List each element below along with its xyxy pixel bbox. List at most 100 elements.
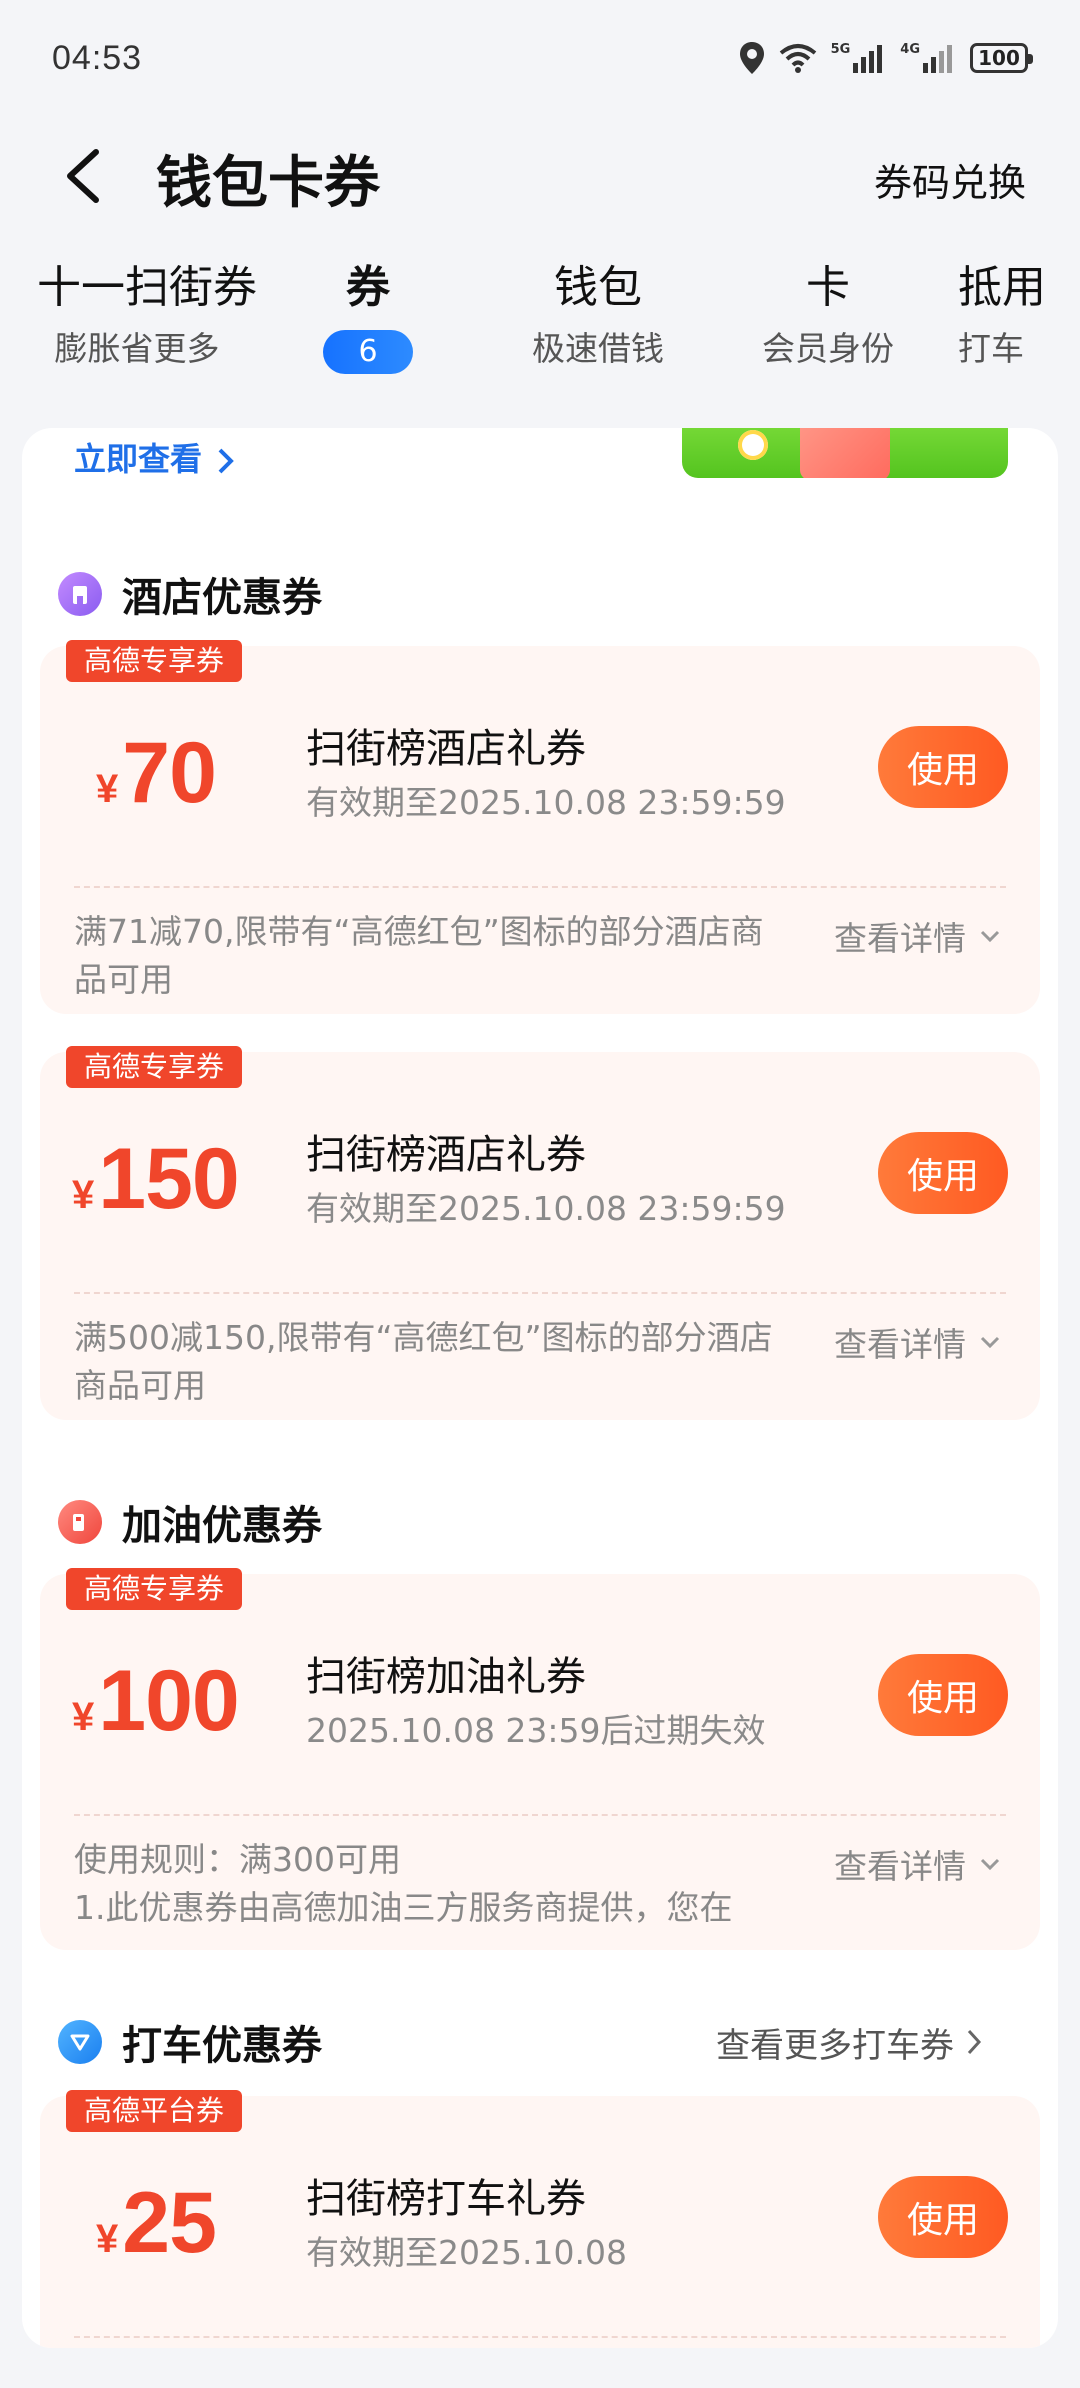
coupon-count-badge: 6 — [323, 330, 413, 374]
coupon-amount: ¥ 70 — [96, 724, 217, 823]
tab-coupons[interactable]: 券 6 — [268, 258, 468, 374]
amount-value: 150 — [98, 1131, 239, 1227]
net-4g-label: 4G — [900, 42, 920, 57]
taxi-icon — [58, 2020, 102, 2064]
tab-subtitle: 会员身份 — [762, 329, 894, 368]
header: 钱包卡券 券码兑换 — [0, 116, 1080, 234]
coupon-card[interactable]: 高德专享券 ¥ 100 扫街榜加油礼券 2025.10.08 23:59后过期失… — [40, 1568, 1040, 1950]
gift-icon — [800, 428, 890, 478]
tab-title: 抵用 — [958, 262, 1046, 313]
divider — [74, 1292, 1006, 1294]
status-time: 04:53 — [52, 38, 143, 77]
coupon-name: 扫街榜酒店礼券 — [306, 726, 586, 772]
view-details-button[interactable]: 查看详情 — [834, 912, 1000, 960]
amount-value: 25 — [122, 2175, 217, 2271]
coupon-card[interactable]: 高德平台券 ¥ 25 扫街榜打车礼券 有效期至2025.10.08 使用 — [40, 2090, 1040, 2348]
view-now-label: 立即查看 — [74, 440, 203, 478]
back-arrow-icon — [67, 149, 99, 203]
chevron-right-icon — [967, 2029, 982, 2055]
coupon-name: 扫街榜打车礼券 — [306, 2176, 586, 2222]
section-taxi: 打车优惠券 查看更多打车券 — [58, 2012, 1022, 2072]
coupon-name: 扫街榜酒店礼券 — [306, 1132, 586, 1178]
view-now-link[interactable]: 立即查看 — [74, 434, 235, 480]
currency-symbol: ¥ — [96, 2217, 119, 2261]
tab-title: 十一扫街券 — [37, 262, 257, 313]
usage-note: 1.此优惠券由高德加油三方服务商提供，您在 — [74, 1888, 733, 1927]
location-icon — [739, 42, 764, 74]
use-button[interactable]: 使用 — [878, 726, 1008, 808]
redeem-code-button[interactable]: 券码兑换 — [874, 152, 1026, 207]
section-title: 酒店优惠券 — [122, 575, 322, 621]
chevron-right-icon — [218, 448, 234, 474]
flower-icon — [738, 430, 768, 460]
coupon-amount: ¥ 150 — [72, 1130, 240, 1229]
tab-title: 券 — [346, 262, 390, 313]
currency-symbol: ¥ — [72, 1695, 95, 1739]
coupon-tag: 高德专享券 — [66, 640, 243, 682]
coupon-description: 满500减150,限带有“高德红包”图标的部分酒店商品可用 — [74, 1318, 773, 1405]
signal-icon — [853, 45, 883, 73]
coupon-description: 满71减70,限带有“高德红包”图标的部分酒店商品可用 — [74, 912, 764, 999]
net-5g-group: 5G — [831, 43, 887, 73]
section-fuel: 加油优惠券 — [58, 1492, 322, 1552]
coupon-card[interactable]: 高德专享券 ¥ 150 扫街榜酒店礼券 有效期至2025.10.08 23:59… — [40, 1046, 1040, 1420]
divider — [74, 1814, 1006, 1816]
status-icons: 5G 4G 100 — [739, 42, 1033, 74]
more-taxi-label: 查看更多打车券 — [716, 2025, 954, 2066]
coupon-list-panel: 立即查看 酒店优惠券 高德专享券 ¥ 70 扫街榜酒店礼券 有效期至2025.1… — [22, 428, 1058, 2348]
section-hotel: 酒店优惠券 — [58, 564, 322, 624]
use-button[interactable]: 使用 — [878, 1132, 1008, 1214]
more-taxi-coupons-link[interactable]: 查看更多打车券 — [716, 2018, 982, 2067]
coupon-amount: ¥ 100 — [72, 1652, 240, 1751]
back-button[interactable] — [56, 146, 112, 206]
divider — [74, 886, 1006, 888]
battery-icon: 100 — [970, 43, 1033, 73]
tab-subtitle: 极速借钱 — [532, 329, 664, 368]
category-tabs: 十一扫街券 膨胀省更多 券 6 钱包 极速借钱 卡 会员身份 抵用 打车 — [0, 250, 1080, 390]
tab-title: 钱包 — [554, 262, 642, 313]
coupon-card[interactable]: 高德专享券 ¥ 70 扫街榜酒店礼券 有效期至2025.10.08 23:59:… — [40, 640, 1040, 1014]
wifi-icon — [779, 44, 816, 73]
currency-symbol: ¥ — [72, 1173, 95, 1217]
signal-icon — [923, 45, 952, 73]
chevron-down-icon — [980, 930, 1000, 943]
coupon-tag: 高德专享券 — [66, 1046, 243, 1088]
coupon-expiry: 有效期至2025.10.08 23:59:59 — [306, 1189, 786, 1228]
tab-street-coupons[interactable]: 十一扫街券 膨胀省更多 — [37, 258, 257, 370]
page-title: 钱包卡券 — [156, 151, 380, 216]
coupon-expiry: 2025.10.08 23:59后过期失效 — [306, 1711, 766, 1750]
usage-rule: 使用规则：满300可用 — [74, 1840, 401, 1879]
section-title: 加油优惠券 — [122, 1503, 322, 1549]
amount-value: 100 — [98, 1653, 239, 1749]
view-details-label: 查看详情 — [834, 1325, 966, 1364]
net-4g-group: 4G — [900, 43, 956, 73]
view-details-button[interactable]: 查看详情 — [834, 1318, 1000, 1366]
net-5g-label: 5G — [830, 42, 851, 57]
use-button[interactable]: 使用 — [878, 2176, 1008, 2258]
tab-subtitle: 膨胀省更多 — [54, 329, 220, 368]
view-details-label: 查看详情 — [834, 1847, 966, 1886]
tab-cards[interactable]: 卡 会员身份 — [728, 258, 928, 370]
view-details-button[interactable]: 查看详情 — [834, 1840, 1000, 1888]
coupon-description: 使用规则：满300可用 1.此优惠券由高德加油三方服务商提供，您在 — [74, 1836, 774, 1932]
coupon-expiry: 有效期至2025.10.08 — [306, 2233, 627, 2272]
tab-subtitle: 打车 — [958, 329, 1024, 368]
tab-wallet[interactable]: 钱包 极速借钱 — [498, 258, 698, 370]
coupon-amount: ¥ 25 — [96, 2174, 217, 2273]
currency-symbol: ¥ — [96, 767, 119, 811]
coupon-tag: 高德专享券 — [66, 1568, 243, 1610]
coupon-tag: 高德平台券 — [66, 2090, 243, 2132]
chevron-down-icon — [980, 1336, 1000, 1349]
amount-value: 70 — [122, 725, 217, 821]
coupon-name: 扫街榜加油礼券 — [306, 1654, 586, 1700]
use-button[interactable]: 使用 — [878, 1654, 1008, 1736]
status-bar: 04:53 5G 4G 100 — [0, 0, 1080, 116]
chevron-down-icon — [980, 1858, 1000, 1871]
promo-banner-image[interactable] — [682, 428, 1008, 478]
tab-vouchers[interactable]: 抵用 打车 — [958, 258, 1080, 370]
coupon-expiry: 有效期至2025.10.08 23:59:59 — [306, 783, 786, 822]
tab-title: 卡 — [806, 262, 850, 313]
hotel-icon — [58, 572, 102, 616]
divider — [74, 2336, 1006, 2338]
view-details-label: 查看详情 — [834, 919, 966, 958]
